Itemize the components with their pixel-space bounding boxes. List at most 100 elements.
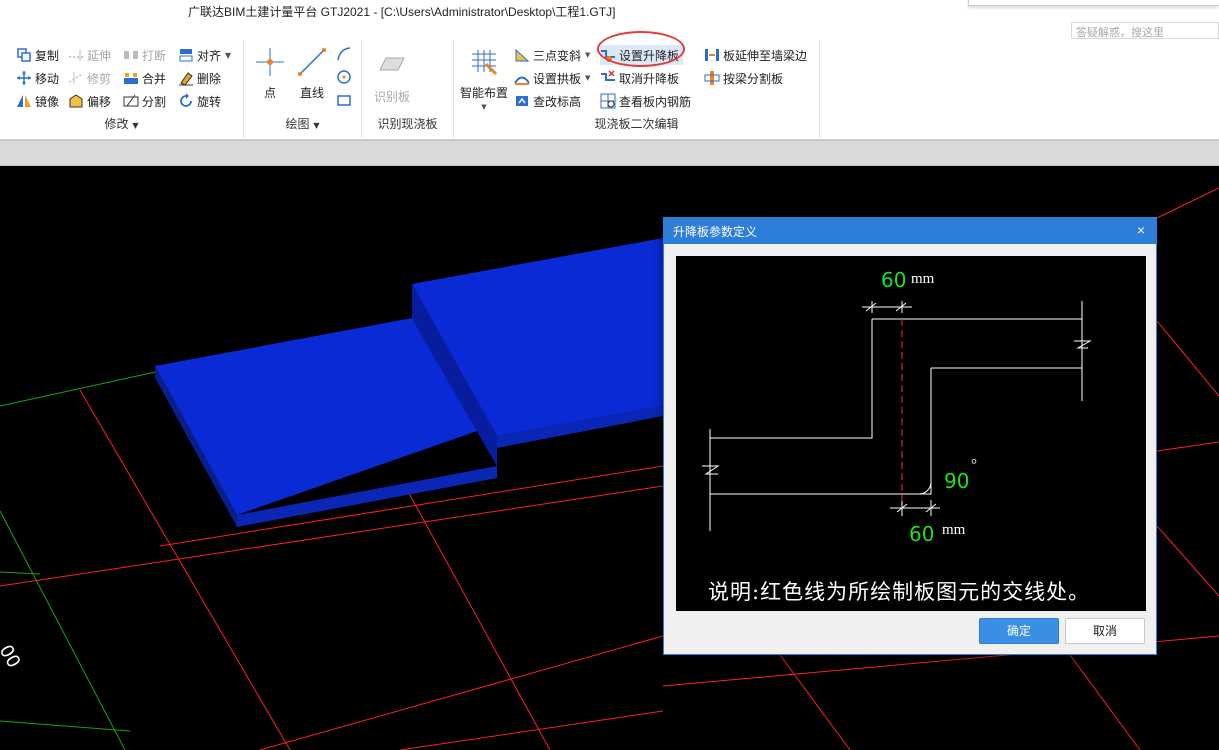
circle-button[interactable] xyxy=(336,67,355,87)
move-label: 移动 xyxy=(35,71,60,86)
view-slab-rebar-button[interactable]: 查看板内钢筋 xyxy=(600,91,691,111)
merge-button[interactable]: 合并 xyxy=(123,68,166,88)
drop-slab-parameter-dialog: 升降板参数定义 × 60 mm 90 ° 60 mm 说明:红色线为所绘制板图元… xyxy=(663,217,1157,655)
grid-line xyxy=(259,635,664,750)
rectangle-button[interactable] xyxy=(336,90,355,110)
popup-edge xyxy=(968,0,1219,6)
help-search-input[interactable]: 答疑解惑，搜这里 xyxy=(1071,22,1219,39)
close-icon[interactable]: × xyxy=(1132,221,1150,239)
group-identify: 识别板 识别现浇板 xyxy=(362,40,454,138)
cancel-drop-slab-label: 取消升降板 xyxy=(619,71,680,86)
split-icon xyxy=(123,94,139,107)
extend-icon xyxy=(69,50,83,61)
line-label: 直线 xyxy=(299,86,324,100)
copy-icon xyxy=(17,48,31,62)
point-button[interactable]: 点 xyxy=(254,46,286,101)
diagram-note: 说明:红色线为所绘制板图元的交线处。 xyxy=(708,580,1091,604)
group-identify-label: 识别现浇板 xyxy=(377,117,438,131)
group-modify-label[interactable]: 修改 ▼ xyxy=(0,115,243,132)
mirror-label: 镜像 xyxy=(35,94,60,109)
ok-button[interactable]: 确定 xyxy=(979,618,1059,644)
align-button[interactable]: 对齐 ▼ xyxy=(178,45,231,65)
mirror-button[interactable]: 镜像 xyxy=(16,91,59,111)
ribbon-toolbar: 复制 延伸 打断 对齐 ▼ 移动 修剪 合并 删除 镜像 偏移 分割 旋转 修改… xyxy=(0,40,1219,140)
offset-button[interactable]: 偏移 xyxy=(68,91,111,111)
three-point-slope-button[interactable]: 三点变斜 ▼ xyxy=(514,45,590,65)
rotate-button[interactable]: 旋转 xyxy=(178,91,221,111)
offset-icon xyxy=(69,94,83,108)
top-dimension-value: 60 xyxy=(881,268,907,292)
trim-label: 修剪 xyxy=(87,71,112,86)
smart-layout-icon xyxy=(472,50,498,76)
identify-slab-label: 识别板 xyxy=(373,90,410,104)
align-icon xyxy=(179,49,193,62)
angle-value: 90 xyxy=(944,469,970,493)
move-button[interactable]: 移动 xyxy=(16,68,59,88)
delete-button[interactable]: 删除 xyxy=(178,68,221,88)
slope-icon xyxy=(515,48,530,62)
line-button[interactable]: 直线 xyxy=(296,46,328,101)
move-icon xyxy=(17,71,31,85)
bottom-dimension-value: 60 xyxy=(909,522,935,546)
group-draw-label[interactable]: 绘图 ▼ xyxy=(244,115,361,132)
chevron-down-icon: ▼ xyxy=(585,74,591,82)
drop-slab-diagram: 60 mm 90 ° 60 mm 说明:红色线为所绘制板图元的交线处。 xyxy=(676,256,1146,611)
cancel-button[interactable]: 取消 xyxy=(1065,618,1145,644)
bottom-dimension-unit: mm xyxy=(942,522,966,538)
identify-slab-button[interactable]: 识别板 xyxy=(372,50,412,105)
grid-line xyxy=(1156,187,1219,219)
group-slab-edit: 智能布置 ▼ 三点变斜 ▼ 设置拱板 ▼ 查改标高 设置升降板 取消升降板 查看… xyxy=(454,40,820,138)
drop-slab-model xyxy=(155,238,663,527)
circle-icon xyxy=(337,70,351,84)
split-by-beam-icon xyxy=(704,71,720,85)
rotate-icon xyxy=(180,93,192,107)
set-drop-slab-button[interactable]: 设置升降板 xyxy=(600,45,684,65)
arc-icon xyxy=(337,47,351,61)
trim-button[interactable]: 修剪 xyxy=(68,68,111,88)
extend-button[interactable]: 延伸 xyxy=(68,45,111,65)
extend-label: 延伸 xyxy=(87,48,112,63)
elevation-icon xyxy=(516,96,528,106)
grid-line xyxy=(1156,320,1219,397)
set-drop-slab-label: 设置升降板 xyxy=(619,48,680,63)
grid-axis-line xyxy=(0,370,161,407)
drop-slab-icon xyxy=(601,50,615,62)
merge-label: 合并 xyxy=(142,71,167,86)
split-button[interactable]: 分割 xyxy=(123,91,166,111)
mirror-icon xyxy=(17,95,31,107)
copy-button[interactable]: 复制 xyxy=(16,45,59,65)
angle-unit: ° xyxy=(971,457,977,473)
trim-icon xyxy=(68,72,84,84)
align-label: 对齐 xyxy=(197,48,222,63)
chevron-down-icon: ▼ xyxy=(585,51,591,59)
grid-line xyxy=(1069,654,1141,750)
modify-elevation-button[interactable]: 查改标高 xyxy=(514,91,581,111)
step-inner-line xyxy=(710,368,932,495)
group-modify: 复制 延伸 打断 对齐 ▼ 移动 修剪 合并 删除 镜像 偏移 分割 旋转 修改… xyxy=(0,40,244,138)
point-icon xyxy=(256,48,284,76)
grid-axis-line xyxy=(0,571,41,575)
split-by-beam-label: 按梁分割板 xyxy=(723,71,784,86)
break-button[interactable]: 打断 xyxy=(123,45,166,65)
grid-line xyxy=(779,654,851,750)
smart-layout-label: 智能布置 xyxy=(459,86,508,100)
rectangle-icon xyxy=(337,95,351,106)
view-slab-rebar-label: 查看板内钢筋 xyxy=(619,94,692,109)
grid-line xyxy=(404,485,551,750)
group-draw: 点 直线 绘图 ▼ xyxy=(244,40,362,138)
extend-slab-button[interactable]: 板延伸至墙梁边 xyxy=(704,45,807,65)
merge-icon xyxy=(124,73,138,84)
modify-elevation-label: 查改标高 xyxy=(533,94,582,109)
cancel-drop-slab-button[interactable]: 取消升降板 xyxy=(600,68,679,88)
set-arch-slab-button[interactable]: 设置拱板 ▼ xyxy=(514,68,590,88)
group-dropdown-icon: ▼ xyxy=(313,121,320,130)
split-by-beam-button[interactable]: 按梁分割板 xyxy=(704,68,783,88)
dialog-titlebar[interactable]: 升降板参数定义 × xyxy=(664,218,1156,244)
dialog-title: 升降板参数定义 xyxy=(673,225,758,239)
drawing-tabs-bar xyxy=(0,140,1219,166)
smart-layout-button[interactable]: 智能布置 ▼ xyxy=(458,46,510,111)
arc-button[interactable] xyxy=(336,44,355,64)
break-label: 打断 xyxy=(142,48,167,63)
group-dropdown-icon: ▼ xyxy=(132,121,139,130)
arch-slab-icon xyxy=(514,76,530,85)
